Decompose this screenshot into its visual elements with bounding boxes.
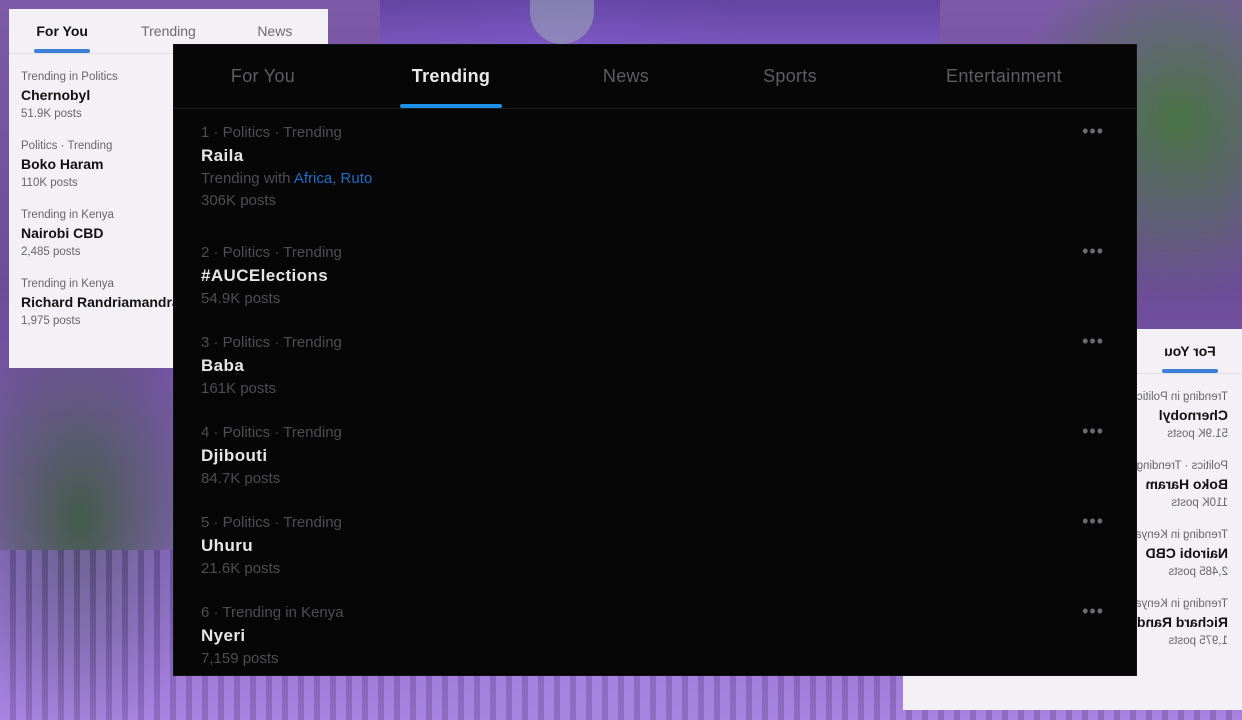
tab-trending[interactable]: Trending (352, 45, 550, 108)
trend-item[interactable]: 2 · Politics · Trending #AUCElections 54… (174, 229, 1136, 319)
right-tab-for-you[interactable]: For You (1138, 329, 1242, 373)
more-options-icon[interactable]: ••• (1082, 511, 1104, 532)
trend-title: Baba (201, 356, 245, 375)
main-tab-bar: For You Trending News Sports Entertainme… (174, 45, 1136, 109)
trend-title: Djibouti (201, 446, 268, 465)
trend-meta: 4 · Politics · Trending (201, 424, 342, 441)
tab-news[interactable]: News (550, 45, 702, 108)
background-roof (380, 0, 940, 50)
trend-meta: 5 · Politics · Trending (201, 514, 342, 531)
trend-title: Raila (201, 146, 244, 165)
trend-meta: 6 · Trending in Kenya (201, 604, 344, 621)
trend-meta: 2 · Politics · Trending (201, 244, 342, 261)
trend-count: 84.7K posts (201, 470, 281, 487)
trend-count: 21.6K posts (201, 560, 281, 577)
trend-count: 54.9K posts (201, 290, 281, 307)
tab-sports[interactable]: Sports (702, 45, 878, 108)
more-options-icon[interactable]: ••• (1082, 601, 1104, 622)
main-trending-panel: For You Trending News Sports Entertainme… (174, 45, 1136, 675)
trend-title: Nyeri (201, 626, 246, 645)
left-tab-for-you[interactable]: For You (9, 9, 115, 53)
tab-entertainment[interactable]: Entertainment (878, 45, 1130, 108)
trending-with: Trending with Africa, Ruto (201, 168, 1136, 190)
trend-title: Uhuru (201, 536, 254, 555)
more-options-icon[interactable]: ••• (1082, 421, 1104, 442)
trend-item[interactable]: 4 · Politics · Trending Djibouti 84.7K p… (174, 409, 1136, 499)
trend-meta: 1 · Politics · Trending (201, 124, 342, 141)
more-options-icon[interactable]: ••• (1082, 241, 1104, 262)
trend-title: #AUCElections (201, 266, 329, 285)
tab-for-you[interactable]: For You (174, 45, 352, 108)
trend-item[interactable]: 6 · Trending in Kenya Nyeri 7,159 posts … (174, 589, 1136, 679)
trend-item[interactable]: 5 · Politics · Trending Uhuru 21.6K post… (174, 499, 1136, 589)
trend-count: 306K posts (201, 192, 277, 209)
trend-count: 161K posts (201, 380, 277, 397)
trending-with-links[interactable]: Africa, Ruto (294, 170, 372, 187)
trend-meta: 3 · Politics · Trending (201, 334, 342, 351)
more-options-icon[interactable]: ••• (1082, 331, 1104, 352)
trend-item[interactable]: 1 · Politics · Trending Raila Trending w… (174, 109, 1136, 229)
trending-with-label: Trending with (201, 170, 291, 187)
trend-count: 7,159 posts (201, 650, 279, 667)
trend-item[interactable]: 3 · Politics · Trending Baba 161K posts … (174, 319, 1136, 409)
more-options-icon[interactable]: ••• (1082, 121, 1104, 142)
